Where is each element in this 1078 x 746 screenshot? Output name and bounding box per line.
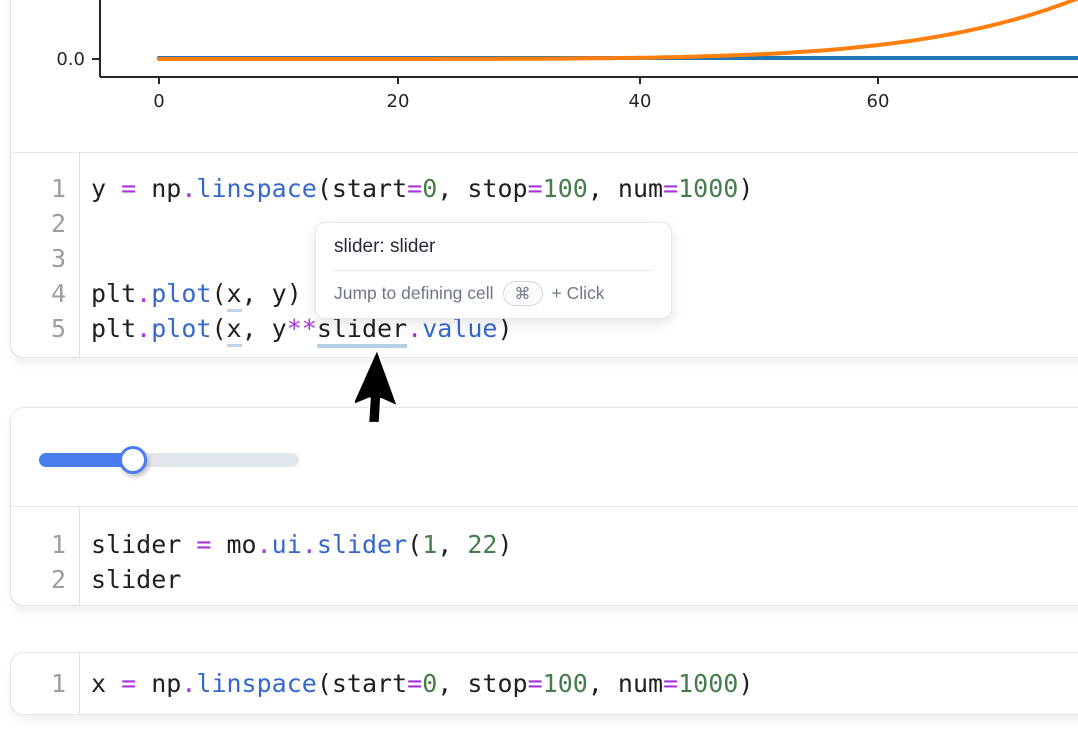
notebook-cell-slider: 1slider = mo.ui.slider(1, 22)2slider	[10, 407, 1078, 606]
tooltip-action-suffix: + Click	[552, 283, 605, 304]
line-number: 3	[11, 241, 79, 276]
code-line[interactable]: 1slider = mo.ui.slider(1, 22)	[11, 527, 1078, 562]
tooltip-variable-name: slider: slider	[316, 223, 671, 270]
code-text	[79, 241, 91, 276]
tooltip-action-row[interactable]: Jump to defining cell ⌘ + Click	[316, 271, 671, 318]
tooltip-action-label: Jump to defining cell	[334, 283, 494, 304]
line-number: 2	[11, 206, 79, 241]
notebook-cell-x: 1x = np.linspace(start=0, stop=100, num=…	[10, 652, 1078, 715]
code-text: y = np.linspace(start=0, stop=100, num=1…	[79, 171, 753, 206]
code-text: slider	[79, 562, 181, 597]
command-key-icon: ⌘	[503, 281, 543, 306]
code-line[interactable]: 1x = np.linspace(start=0, stop=100, num=…	[11, 666, 1078, 701]
slider-track[interactable]	[39, 453, 299, 467]
slider-handle[interactable]	[119, 446, 147, 474]
line-number: 5	[11, 311, 79, 346]
code-text: x = np.linspace(start=0, stop=100, num=1…	[79, 666, 753, 701]
slider-output-area	[11, 408, 1078, 507]
code-line[interactable]: 1y = np.linspace(start=0, stop=100, num=…	[11, 171, 1078, 206]
variable-tooltip: slider: slider Jump to defining cell ⌘ +…	[315, 222, 672, 319]
line-number: 2	[11, 562, 79, 597]
line-number: 4	[11, 276, 79, 311]
svg-text:0.0: 0.0	[56, 49, 85, 70]
svg-text:20: 20	[387, 91, 410, 112]
svg-text:0: 0	[153, 91, 164, 112]
code-text: plt.plot(x, y)	[79, 276, 302, 311]
line-number: 1	[11, 527, 79, 562]
plot-output-area: 0.0 0 20 40 60	[11, 0, 1078, 153]
code-line[interactable]: 2slider	[11, 562, 1078, 597]
svg-text:60: 60	[867, 91, 890, 112]
code-text	[79, 206, 91, 241]
code-editor-x[interactable]: 1x = np.linspace(start=0, stop=100, num=…	[11, 653, 1078, 714]
svg-text:40: 40	[629, 91, 652, 112]
line-number: 1	[11, 171, 79, 206]
code-text: slider = mo.ui.slider(1, 22)	[79, 527, 513, 562]
line-number: 1	[11, 666, 79, 701]
code-editor-slider[interactable]: 1slider = mo.ui.slider(1, 22)2slider	[11, 507, 1078, 606]
matplotlib-chart: 0.0 0 20 40 60	[11, 0, 1078, 153]
